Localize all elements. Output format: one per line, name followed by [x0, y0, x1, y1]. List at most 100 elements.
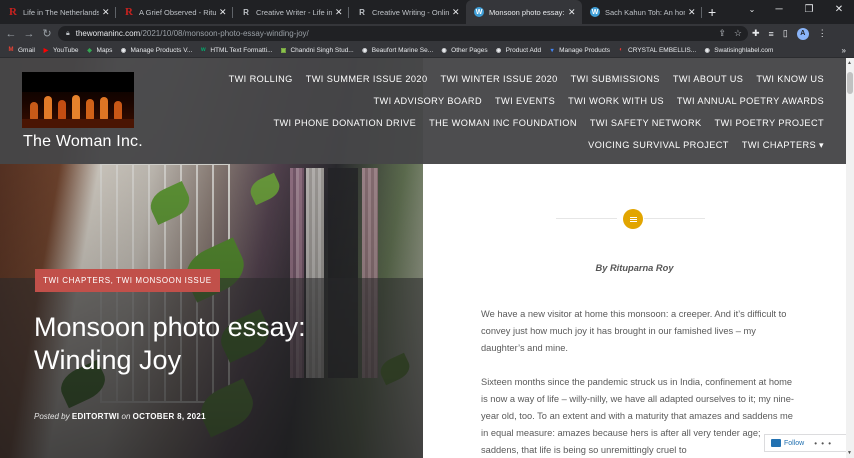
article-paragraph: We have a new visitor at home this monso…: [481, 309, 787, 353]
bookmark-label: Manage Products: [559, 46, 611, 54]
author-link[interactable]: EDITORTWI: [72, 412, 119, 421]
nav-link[interactable]: THE WOMAN INC FOUNDATION: [429, 118, 577, 128]
tab-list: RLife in The Netherlands - R✕RA Grief Ob…: [0, 0, 702, 24]
bookmark-item[interactable]: ◉ Other Pages: [440, 46, 488, 54]
side-panel-icon[interactable]: ▯: [783, 28, 788, 39]
bookmark-item[interactable]: w HTML Text Formatti...: [199, 46, 272, 54]
site-logo[interactable]: [22, 72, 134, 128]
nav-link[interactable]: TWI ROLLING: [229, 74, 293, 84]
bookmark-star-icon[interactable]: ☆: [734, 28, 742, 39]
nav-link[interactable]: TWI CHAPTERS ▾: [742, 140, 824, 151]
bookmark-item[interactable]: ▶ YouTube: [42, 46, 79, 54]
nav-link[interactable]: TWI SUMMER ISSUE 2020: [306, 74, 428, 84]
divider: [644, 218, 705, 219]
tab-title: A Grief Observed - Ritupar: [139, 7, 216, 17]
bookmark-item[interactable]: ▣ Chandni Singh Stud...: [279, 46, 354, 54]
tab-close-icon[interactable]: ✕: [335, 7, 345, 18]
bookmark-item[interactable]: M Gmail: [7, 46, 35, 54]
restore-button[interactable]: ❐: [794, 0, 824, 20]
tab-close-icon[interactable]: ✕: [102, 7, 112, 18]
post-format-icon: [623, 209, 643, 229]
reading-list-icon[interactable]: ≡: [769, 29, 774, 39]
window-controls: ⌄ ─ ❐ ✕: [740, 0, 854, 20]
nav-link[interactable]: VOICING SURVIVAL PROJECT: [588, 140, 729, 150]
new-tab-button[interactable]: +: [708, 0, 716, 24]
bookmark-favicon-icon: w: [201, 47, 206, 53]
tab-title: Creative Writing - Online A: [372, 7, 449, 17]
nav-link[interactable]: TWI POETRY PROJECT: [715, 118, 824, 128]
menu-kebab-icon[interactable]: ⋮: [818, 28, 827, 39]
browser-tab[interactable]: W Monsoon photo essay: Wir✕: [466, 0, 582, 24]
address-toolbar: ← → ↻ 🔒︎ thewomaninc.com /2021/10/08/mon…: [0, 24, 854, 43]
extensions-icon[interactable]: ✚: [752, 28, 760, 39]
bookmark-item[interactable]: ◉ Swatisinghlabel.com: [703, 46, 774, 54]
reload-icon[interactable]: ↻: [40, 27, 54, 40]
web-page: TWI CHAPTERS, TWI MONSOON ISSUE Monsoon …: [0, 58, 846, 458]
scroll-up-arrow-icon[interactable]: ▲: [847, 60, 852, 66]
tab-title: Sach Kahun Toh: An honest: [605, 7, 685, 17]
tab-search-icon[interactable]: ⌄: [740, 0, 764, 20]
nav-link[interactable]: TWI PHONE DONATION DRIVE: [273, 118, 416, 128]
bookmark-item[interactable]: ◐ CRYSTAL EMBELLIS...: [617, 46, 696, 54]
browser-tab[interactable]: R Creative Writer - Life in Ne✕: [233, 0, 349, 24]
url-path: /2021/10/08/monsoon-photo-essay-winding-…: [140, 29, 309, 38]
minimize-button[interactable]: ─: [764, 0, 794, 20]
nav-link[interactable]: TWI ADVISORY BOARD: [374, 96, 482, 106]
tab-close-icon[interactable]: ✕: [688, 7, 698, 18]
bookmark-favicon-icon: ◉: [120, 47, 127, 54]
nav-link[interactable]: TWI EVENTS: [495, 96, 555, 106]
browser-tab[interactable]: W Sach Kahun Toh: An honest✕: [582, 0, 702, 24]
bookmark-item[interactable]: ◆ Maps: [86, 46, 112, 54]
bookmark-item[interactable]: ◉ Product Add: [495, 46, 541, 54]
follow-icon: [771, 439, 781, 447]
tab-close-icon[interactable]: ✕: [219, 7, 229, 18]
post-date-link[interactable]: OCTOBER 8, 2021: [133, 412, 206, 421]
more-options-icon[interactable]: • • •: [814, 439, 832, 448]
browser-tab[interactable]: R Creative Writing - Online A✕: [349, 0, 466, 24]
bookmark-label: Manage Products V...: [130, 46, 193, 54]
post-meta: Posted by EDITORTWI on OCTOBER 8, 2021: [34, 412, 206, 421]
bookmark-label: Beaufort Marine Se...: [371, 46, 434, 54]
nav-link[interactable]: TWI WORK WITH US: [568, 96, 664, 106]
lock-icon[interactable]: 🔒︎: [66, 30, 70, 38]
bookmark-item[interactable]: ◉ Manage Products V...: [119, 46, 193, 54]
back-icon[interactable]: ←: [4, 28, 18, 40]
bookmark-favicon-icon: ▶: [43, 47, 49, 54]
bookmark-label: YouTube: [52, 46, 79, 54]
category-badge[interactable]: TWI CHAPTERS, TWI MONSOON ISSUE: [35, 269, 220, 292]
tab-close-icon[interactable]: ✕: [568, 7, 578, 18]
scroll-down-arrow-icon[interactable]: ▼: [847, 450, 852, 456]
tab-title: Creative Writer - Life in Ne: [256, 7, 332, 17]
tab-title: Monsoon photo essay: Wir: [489, 7, 565, 17]
nav-link[interactable]: TWI WINTER ISSUE 2020: [440, 74, 557, 84]
tab-close-icon[interactable]: ✕: [452, 7, 462, 18]
site-title[interactable]: The Woman Inc.: [23, 133, 143, 151]
forward-icon[interactable]: →: [22, 28, 36, 40]
bookmark-item[interactable]: ▾ Manage Products: [548, 46, 610, 54]
bookmark-label: Swatisinghlabel.com: [714, 46, 774, 54]
scrollbar-thumb[interactable]: [847, 72, 853, 94]
bookmarks-overflow-button[interactable]: »: [842, 46, 846, 55]
browser-tab[interactable]: R Life in The Netherlands - R✕: [0, 0, 116, 24]
main-navigation: TWI ROLLING TWI SUMMER ISSUE 2020 TWI WINT…: [229, 68, 824, 156]
browser-tab[interactable]: R A Grief Observed - Ritupar✕: [116, 0, 233, 24]
bookmark-label: Chandni Singh Stud...: [290, 46, 354, 54]
nav-link[interactable]: TWI SUBMISSIONS: [571, 74, 660, 84]
close-window-button[interactable]: ✕: [824, 0, 854, 20]
page-scrollbar[interactable]: ▲ ▼: [846, 58, 854, 458]
bookmark-item[interactable]: ◉ Beaufort Marine Se...: [361, 46, 433, 54]
site-header: The Woman Inc. TWI ROLLING TWI SUMMER ISS…: [0, 58, 846, 164]
bookmark-favicon-icon: ◉: [441, 47, 447, 54]
follow-bar[interactable]: Follow • • •: [764, 434, 846, 452]
bookmark-favicon-icon: ◐: [619, 47, 623, 53]
bookmark-list: M Gmail ▶ YouTube ◆ Maps ◉ Manage Products V...…: [7, 46, 780, 54]
address-bar[interactable]: 🔒︎ thewomaninc.com /2021/10/08/monsoon-p…: [58, 26, 748, 41]
share-icon[interactable]: ⇪: [718, 28, 726, 39]
nav-link[interactable]: TWI KNOW US: [756, 74, 824, 84]
nav-link[interactable]: TWI ANNUAL POETRY AWARDS: [677, 96, 824, 106]
profile-avatar[interactable]: A: [796, 27, 809, 40]
nav-link[interactable]: TWI ABOUT US: [673, 74, 743, 84]
follow-button[interactable]: Follow: [784, 440, 804, 447]
nav-link[interactable]: TWI SAFETY NETWORK: [590, 118, 702, 128]
bookmark-favicon-icon: ◉: [362, 47, 368, 54]
